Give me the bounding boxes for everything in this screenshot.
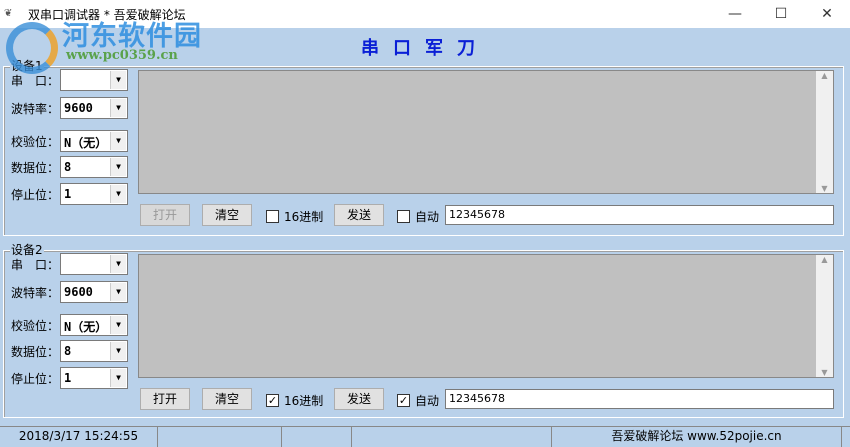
minimize-button[interactable]: — [712,0,758,28]
data-value: 8 [64,160,72,174]
send-button[interactable]: 发送 [334,204,384,226]
stop-value: 1 [64,187,72,201]
checkbox-box[interactable] [266,210,279,223]
port-select[interactable]: ▼ [60,253,128,275]
send-input[interactable]: 12345678 [445,205,834,225]
status-panel-4 [352,427,552,447]
parity-value: N（无） [64,136,108,150]
chevron-down-icon[interactable]: ▼ [110,342,126,360]
baud-select[interactable]: 9600 ▼ [60,97,128,119]
checkbox-box[interactable]: ✓ [266,394,279,407]
baud-value: 9600 [64,101,93,115]
chevron-down-icon[interactable]: ▼ [110,316,126,334]
data-label: 数据位： [11,161,60,175]
baud-select[interactable]: 9600 ▼ [60,281,128,303]
send-button[interactable]: 发送 [334,388,384,410]
watermark-url: www.pc0359.cn [66,48,178,63]
data-select[interactable]: 8 ▼ [60,340,128,362]
send-input[interactable]: 12345678 [445,389,834,409]
parity-label: 校验位： [11,319,60,333]
stop-select[interactable]: 1 ▼ [60,367,128,389]
chevron-down-icon[interactable]: ▼ [110,132,126,150]
scrollbar[interactable]: ▲ ▼ [816,255,833,377]
parity-select[interactable]: N（无） ▼ [60,314,128,336]
stop-label: 停止位： [11,372,60,386]
status-datetime: 2018/3/17 15:24:55 [0,427,158,447]
watermark-logo-icon [6,22,58,74]
checkbox-box[interactable] [397,210,410,223]
parity-select[interactable]: N（无） ▼ [60,130,128,152]
port-label: 串 口： [11,258,60,272]
auto-checkbox[interactable]: 自动 [397,208,439,225]
auto-label: 自动 [415,210,440,224]
open-button[interactable]: 打开 [140,388,190,410]
status-panel-2 [158,427,282,447]
close-button[interactable]: ✕ [804,0,850,28]
port-label: 串 口： [11,74,60,88]
device-group-1: 设备1 串 口： ▼ 波特率： 9600 ▼ 校验位： N（无） ▼ 数据位： 8 ▼ 停止位：… [3,57,844,236]
receive-textarea[interactable]: ▲ ▼ [138,70,834,194]
stop-label: 停止位： [11,188,60,202]
chevron-down-icon[interactable]: ▼ [110,283,126,301]
baud-label: 波特率： [11,102,60,116]
stop-value: 1 [64,371,72,385]
scrollbar[interactable]: ▲ ▼ [816,71,833,193]
chevron-down-icon[interactable]: ▼ [110,255,126,273]
chevron-down-icon[interactable]: ▼ [110,71,126,89]
auto-label: 自动 [415,394,440,408]
status-credit: 吾爱破解论坛 www.52pojie.cn [552,427,842,447]
open-button[interactable]: 打开 [140,204,190,226]
chevron-down-icon[interactable]: ▼ [110,185,126,203]
status-bar: 2018/3/17 15:24:55 吾爱破解论坛 www.52pojie.cn [0,426,850,447]
clear-button[interactable]: 清空 [202,388,252,410]
app-icon: ❦ [4,8,13,19]
hex-label: 16进制 [284,394,324,408]
chevron-down-icon[interactable]: ▼ [110,158,126,176]
data-label: 数据位： [11,345,60,359]
data-value: 8 [64,344,72,358]
hex-checkbox[interactable]: ✓ 16进制 [266,392,323,409]
clear-button[interactable]: 清空 [202,204,252,226]
data-select[interactable]: 8 ▼ [60,156,128,178]
chevron-down-icon[interactable]: ▼ [110,99,126,117]
status-panel-3 [282,427,352,447]
baud-value: 9600 [64,285,93,299]
device-group-2: 设备2 串 口： ▼ 波特率： 9600 ▼ 校验位： N（无） ▼ 数据位： 8 ▼ 停止位：… [3,241,844,418]
parity-label: 校验位： [11,135,60,149]
baud-label: 波特率： [11,286,60,300]
chevron-down-icon[interactable]: ▼ [110,369,126,387]
hex-checkbox[interactable]: 16进制 [266,208,323,225]
parity-value: N（无） [64,320,108,334]
receive-textarea[interactable]: ▲ ▼ [138,254,834,378]
port-select[interactable]: ▼ [60,69,128,91]
stop-select[interactable]: 1 ▼ [60,183,128,205]
auto-checkbox[interactable]: ✓ 自动 [397,392,439,409]
checkbox-box[interactable]: ✓ [397,394,410,407]
maximize-button[interactable]: ☐ [758,0,804,28]
hex-label: 16进制 [284,210,324,224]
